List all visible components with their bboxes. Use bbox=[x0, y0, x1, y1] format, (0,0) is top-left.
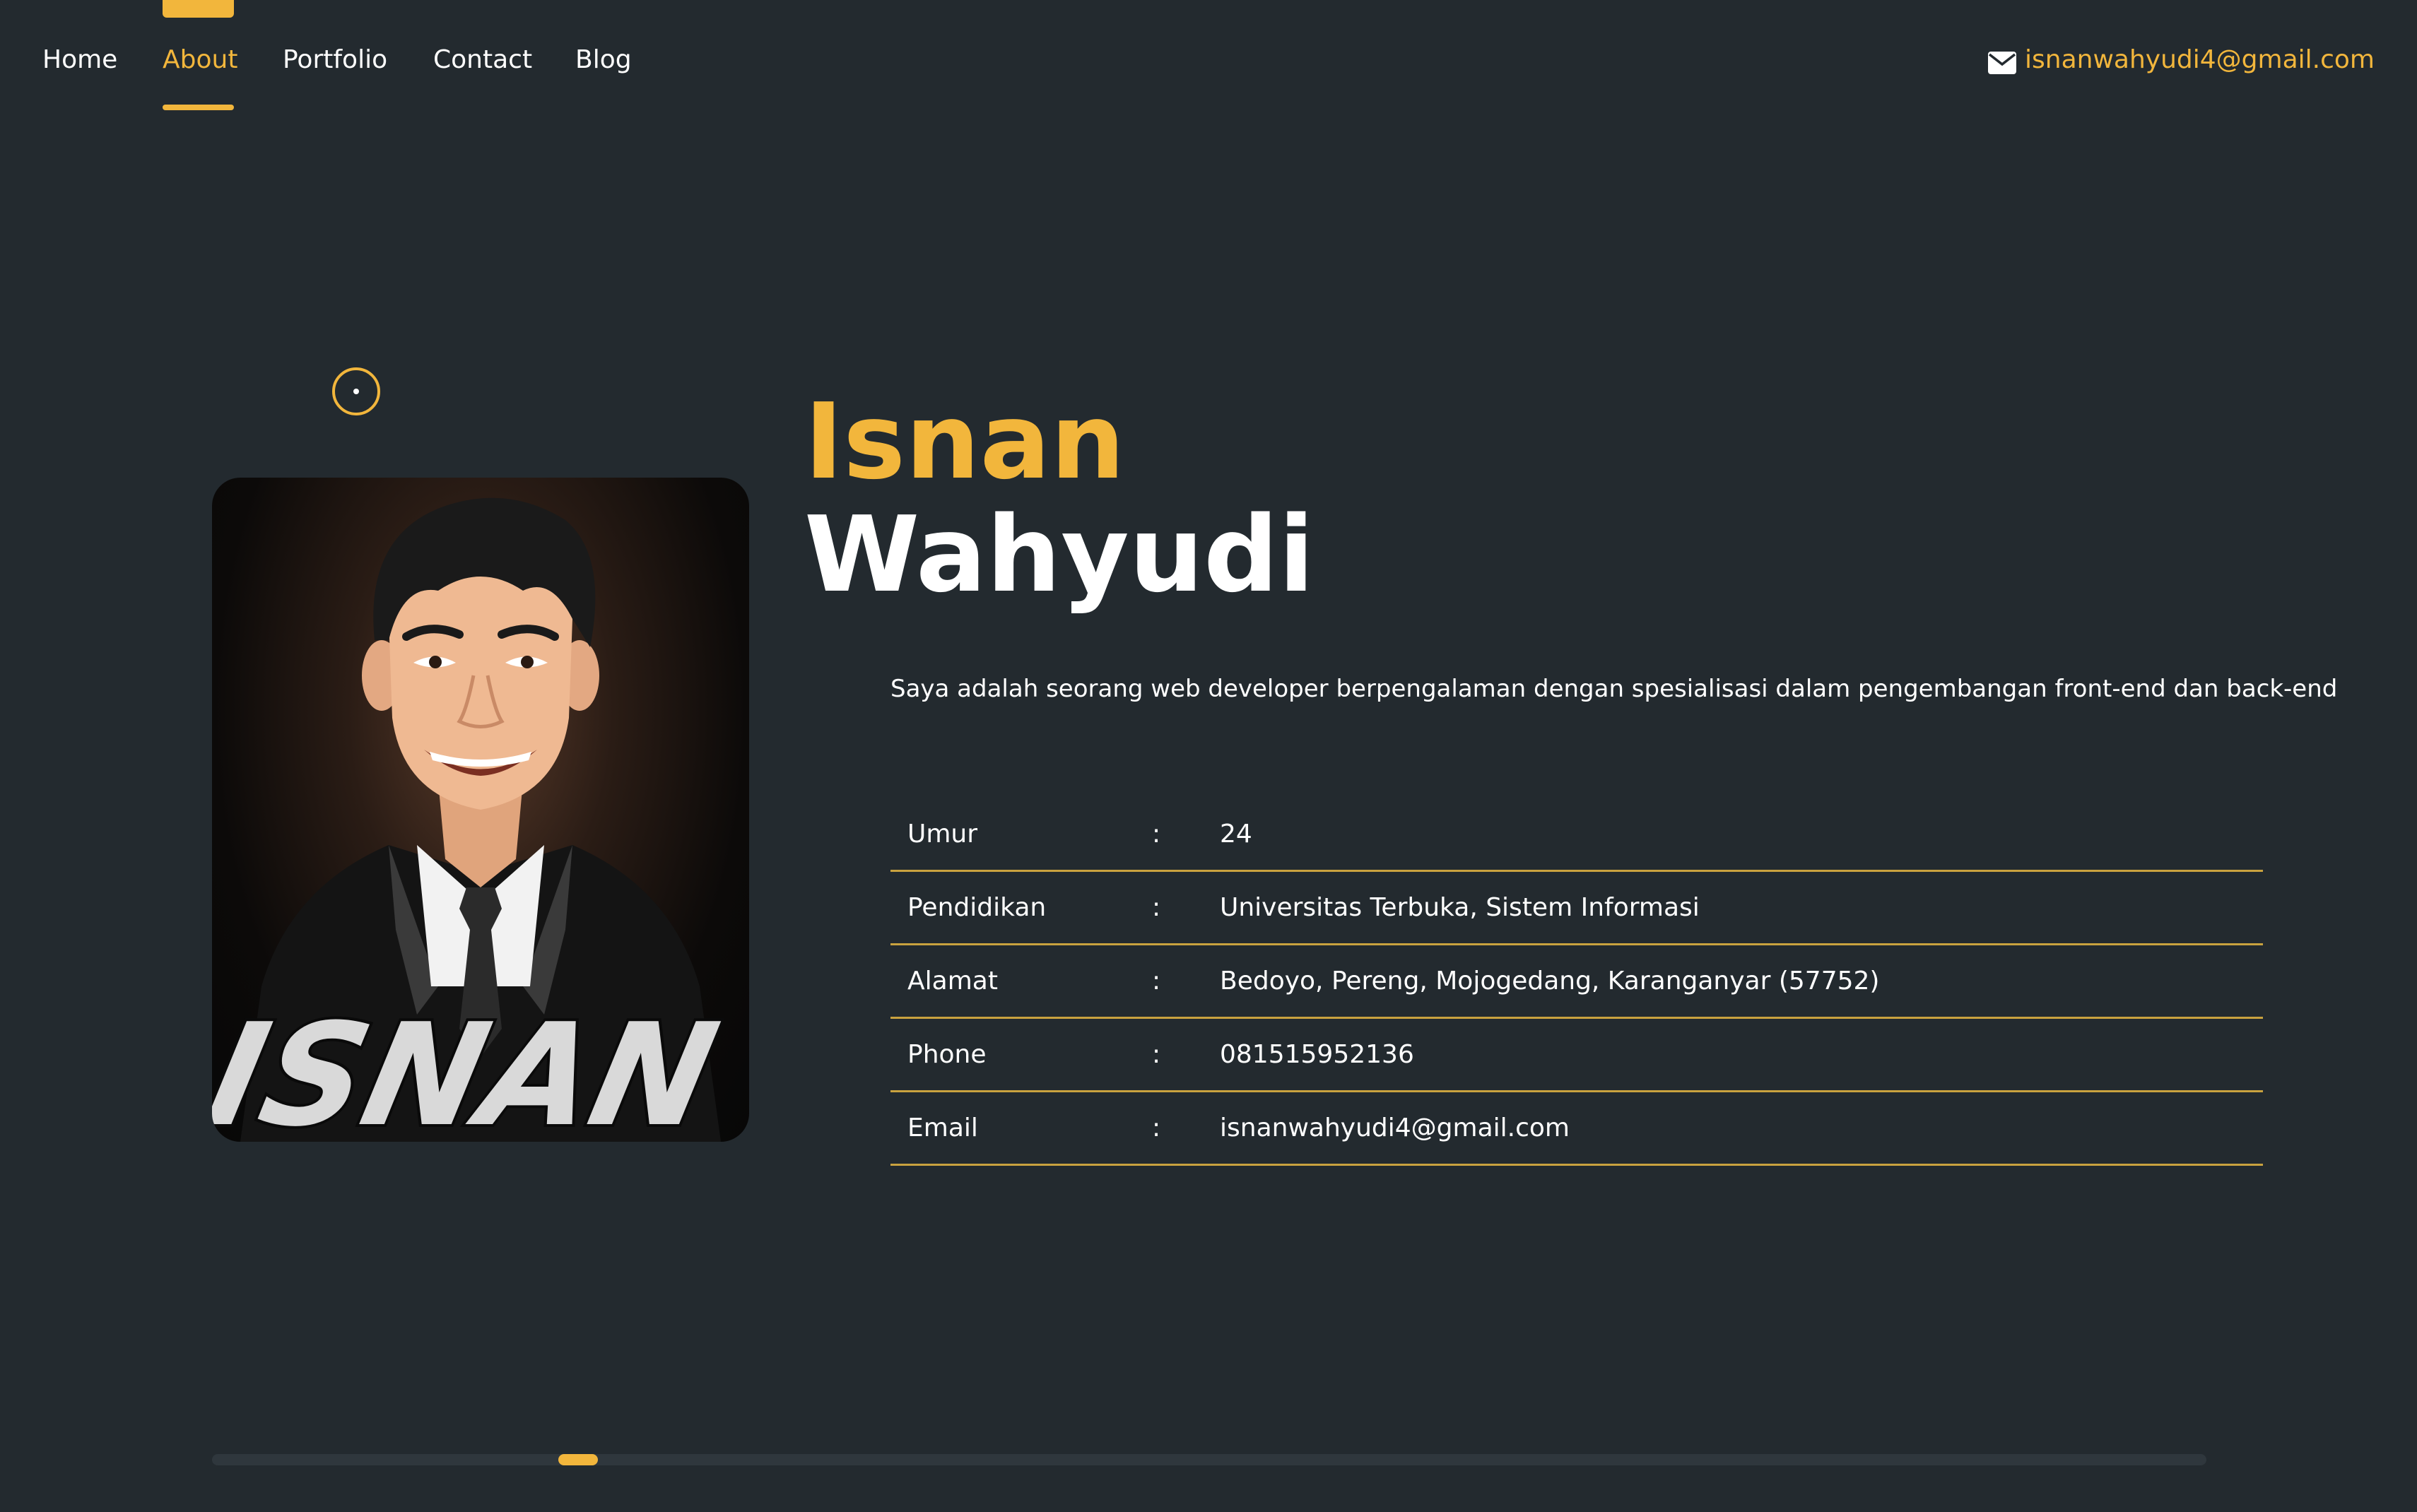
profile-first-name: Isnan bbox=[804, 381, 1125, 502]
target-icon bbox=[332, 367, 380, 415]
info-row-email: Email : isnanwahyudi4@gmail.com bbox=[890, 1092, 2263, 1166]
info-label: Phone bbox=[907, 1040, 987, 1069]
info-value: isnanwahyudi4@gmail.com bbox=[1220, 1114, 1570, 1142]
avatar: ISNAN W bbox=[212, 478, 749, 1142]
info-separator: : bbox=[1152, 893, 1161, 922]
nav-item-portfolio[interactable]: Portfolio bbox=[283, 42, 387, 78]
top-nav: Home About Portfolio Contact Blog isnanw… bbox=[0, 0, 2417, 120]
nav-item-home[interactable]: Home bbox=[42, 42, 117, 78]
header-email-link[interactable]: isnanwahyudi4@gmail.com bbox=[1988, 42, 2375, 78]
info-row-address: Alamat : Bedoyo, Pereng, Mojogedang, Kar… bbox=[890, 945, 2263, 1019]
info-label: Pendidikan bbox=[907, 893, 1047, 922]
info-value: 081515952136 bbox=[1220, 1040, 1414, 1069]
info-row-phone: Phone : 081515952136 bbox=[890, 1019, 2263, 1092]
nav-item-about[interactable]: About bbox=[163, 42, 237, 78]
info-table: Umur : 24 Pendidikan : Universitas Terbu… bbox=[890, 798, 2263, 1166]
info-value: 24 bbox=[1220, 820, 1252, 849]
nav-item-contact[interactable]: Contact bbox=[433, 42, 532, 78]
info-separator: : bbox=[1152, 1114, 1161, 1142]
info-separator: : bbox=[1152, 820, 1161, 849]
info-value: Bedoyo, Pereng, Mojogedang, Karanganyar … bbox=[1220, 967, 1880, 996]
page: Home About Portfolio Contact Blog isnanw… bbox=[0, 0, 2417, 1512]
nav-item-blog[interactable]: Blog bbox=[575, 42, 632, 78]
profile-last-name: Wahyudi bbox=[804, 494, 1315, 615]
avatar-illustration: ISNAN W bbox=[212, 497, 749, 1142]
info-label: Alamat bbox=[907, 967, 998, 996]
info-label: Email bbox=[907, 1114, 978, 1142]
info-row-education: Pendidikan : Universitas Terbuka, Sistem… bbox=[890, 872, 2263, 945]
profile-intro: Saya adalah seorang web developer berpen… bbox=[890, 675, 2338, 703]
info-value: Universitas Terbuka, Sistem Informasi bbox=[1220, 893, 1700, 922]
info-row-age: Umur : 24 bbox=[890, 798, 2263, 872]
info-separator: : bbox=[1152, 1040, 1161, 1069]
active-tab-underline bbox=[163, 105, 234, 110]
info-separator: : bbox=[1152, 967, 1161, 996]
scrollbar-thumb[interactable] bbox=[558, 1454, 598, 1465]
header-email-text: isnanwahyudi4@gmail.com bbox=[2025, 45, 2375, 74]
avatar-caption: ISNAN W bbox=[212, 993, 749, 1142]
horizontal-scrollbar[interactable] bbox=[212, 1454, 2206, 1465]
envelope-icon bbox=[1988, 49, 2017, 74]
info-label: Umur bbox=[907, 820, 978, 849]
active-tab-top-indicator bbox=[163, 0, 234, 18]
